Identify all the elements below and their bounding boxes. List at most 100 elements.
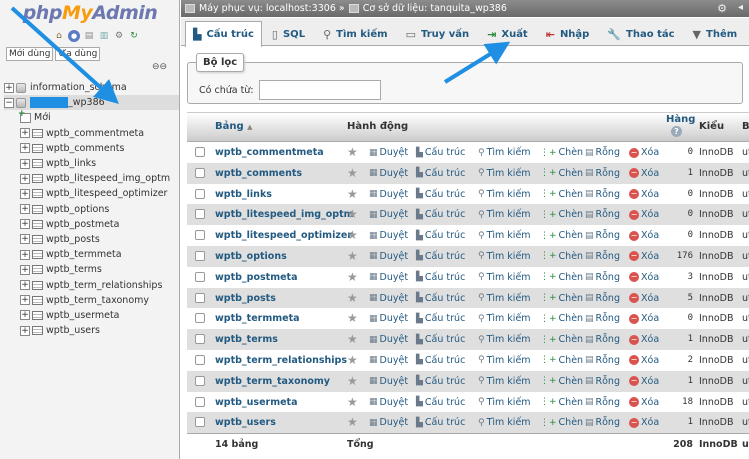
tree-table-item[interactable]: + wptb_postmeta (4, 217, 179, 232)
search-action[interactable]: ⚲ Tìm kiếm (478, 230, 531, 241)
collapse-arrow-icon[interactable]: ◂ (738, 2, 743, 13)
drop-action[interactable]: − Xóa (629, 272, 659, 283)
tree-table-item[interactable]: + wptb_posts (4, 232, 179, 247)
favorite-star-icon[interactable]: ★ (347, 270, 358, 284)
drop-action[interactable]: − Xóa (629, 168, 659, 179)
tree-table-item[interactable]: + wptb_comments (4, 141, 179, 156)
empty-action[interactable]: ▤ Rỗng (585, 355, 620, 366)
table-name-link[interactable]: wptb_posts (215, 293, 276, 304)
structure-action[interactable]: ▙ Cấu trúc (416, 147, 465, 158)
collapse-icon[interactable]: − (4, 97, 14, 108)
structure-action[interactable]: ▙ Cấu trúc (416, 230, 465, 241)
table-name-link[interactable]: wptb_term_taxonomy (215, 376, 330, 387)
table-name-link[interactable]: wptb_comments (215, 168, 302, 179)
expand-icon[interactable]: + (20, 173, 30, 184)
structure-action[interactable]: ▙ Cấu trúc (416, 334, 465, 345)
search-action[interactable]: ⚲ Tìm kiếm (478, 168, 531, 179)
drop-action[interactable]: − Xóa (629, 417, 659, 428)
empty-action[interactable]: ▤ Rỗng (585, 313, 620, 324)
search-action[interactable]: ⚲ Tìm kiếm (478, 355, 531, 366)
structure-action[interactable]: ▙ Cấu trúc (416, 209, 465, 220)
drop-action[interactable]: − Xóa (629, 397, 659, 408)
search-action[interactable]: ⚲ Tìm kiếm (478, 189, 531, 200)
browse-action[interactable]: ▦ Duyệt (369, 376, 408, 387)
empty-action[interactable]: ▤ Rỗng (585, 376, 620, 387)
expand-icon[interactable]: + (20, 249, 30, 260)
empty-action[interactable]: ▤ Rỗng (585, 334, 620, 345)
insert-action[interactable]: ⋮+ Chèn (540, 293, 583, 304)
empty-action[interactable]: ▤ Rỗng (585, 397, 620, 408)
empty-action[interactable]: ▤ Rỗng (585, 189, 620, 200)
browse-action[interactable]: ▦ Duyệt (369, 189, 408, 200)
tree-table-item[interactable]: + wptb_term_relationships (4, 277, 179, 292)
tab-sql[interactable]: ▯ SQL (264, 21, 313, 46)
row-checkbox[interactable] (195, 230, 205, 241)
row-checkbox[interactable] (195, 334, 205, 345)
expand-icon[interactable]: + (20, 264, 30, 275)
search-action[interactable]: ⚲ Tìm kiếm (478, 272, 531, 283)
tab-operations[interactable]: 🔧 Thao tác (599, 21, 682, 46)
help-icon[interactable]: ? (671, 126, 682, 137)
empty-action[interactable]: ▤ Rỗng (585, 147, 620, 158)
tab-export[interactable]: ⇥ Xuất (479, 21, 536, 46)
expand-icon[interactable]: + (4, 82, 14, 93)
expand-icon[interactable]: + (20, 295, 30, 306)
browse-action[interactable]: ▦ Duyệt (369, 397, 408, 408)
structure-action[interactable]: ▙ Cấu trúc (416, 397, 465, 408)
structure-action[interactable]: ▙ Cấu trúc (416, 168, 465, 179)
doc-icon[interactable]: ▤ (83, 30, 95, 42)
row-checkbox[interactable] (195, 292, 205, 303)
empty-action[interactable]: ▤ Rỗng (585, 417, 620, 428)
insert-action[interactable]: ⋮+ Chèn (540, 417, 583, 428)
tab-search[interactable]: ⚲ Tìm kiếm (315, 21, 396, 46)
favorite-star-icon[interactable]: ★ (347, 311, 358, 325)
favorite-star-icon[interactable]: ★ (347, 249, 358, 263)
browse-action[interactable]: ▦ Duyệt (369, 313, 408, 324)
search-action[interactable]: ⚲ Tìm kiếm (478, 313, 531, 324)
refresh-icon[interactable]: ↻ (128, 30, 140, 42)
tab-structure[interactable]: ▙ Cấu trúc (185, 21, 262, 47)
row-checkbox[interactable] (195, 375, 205, 386)
table-name-link[interactable]: wptb_options (215, 251, 287, 262)
row-checkbox[interactable] (195, 250, 205, 261)
expand-icon[interactable]: + (20, 234, 30, 245)
favorite-star-icon[interactable]: ★ (347, 291, 358, 305)
drop-action[interactable]: − Xóa (629, 355, 659, 366)
favorite-star-icon[interactable]: ★ (347, 145, 358, 159)
tree-table-item[interactable]: + wptb_terms (4, 262, 179, 277)
insert-action[interactable]: ⋮+ Chèn (540, 397, 583, 408)
empty-action[interactable]: ▤ Rỗng (585, 293, 620, 304)
doc2-icon[interactable]: ▥ (98, 30, 110, 42)
expand-icon[interactable]: + (20, 219, 30, 230)
row-checkbox[interactable] (195, 271, 205, 282)
browse-action[interactable]: ▦ Duyệt (369, 417, 408, 428)
table-name-link[interactable]: wptb_litespeed_optimizer (215, 230, 352, 241)
favorite-star-icon[interactable]: ★ (347, 166, 358, 180)
tab-more[interactable]: ▼ Thêm (685, 21, 746, 46)
tree-table-item[interactable]: + wptb_links (4, 156, 179, 171)
expand-icon[interactable]: + (20, 128, 30, 139)
row-checkbox[interactable] (195, 396, 205, 407)
insert-action[interactable]: ⋮+ Chèn (540, 189, 583, 200)
drop-action[interactable]: − Xóa (629, 313, 659, 324)
search-action[interactable]: ⚲ Tìm kiếm (478, 209, 531, 220)
expand-icon[interactable]: + (20, 310, 30, 321)
tree-table-item[interactable]: + wptb_commentmeta (4, 126, 179, 141)
tree-new-table[interactable]: Mới (4, 109, 179, 125)
tree-table-item[interactable]: + wptb_usermeta (4, 308, 179, 323)
insert-action[interactable]: ⋮+ Chèn (540, 209, 583, 220)
browse-action[interactable]: ▦ Duyệt (369, 251, 408, 262)
favorite-star-icon[interactable]: ★ (347, 415, 358, 429)
search-action[interactable]: ⚲ Tìm kiếm (478, 251, 531, 262)
phpmyadmin-logo[interactable]: phpMyAdmin (0, 2, 179, 26)
favorite-star-icon[interactable]: ★ (347, 353, 358, 367)
structure-action[interactable]: ▙ Cấu trúc (416, 417, 465, 428)
settings-gear-icon[interactable]: ⚙ (717, 2, 727, 15)
header-rows[interactable]: Hàng (666, 114, 695, 125)
drop-action[interactable]: − Xóa (629, 334, 659, 345)
table-name-link[interactable]: wptb_terms (215, 334, 278, 345)
drop-action[interactable]: − Xóa (629, 209, 659, 220)
favorites-tab[interactable]: Ưa dùng (55, 47, 101, 61)
tree-table-item[interactable]: + wptb_term_taxonomy (4, 293, 179, 308)
table-name-link[interactable]: wptb_commentmeta (215, 147, 324, 158)
